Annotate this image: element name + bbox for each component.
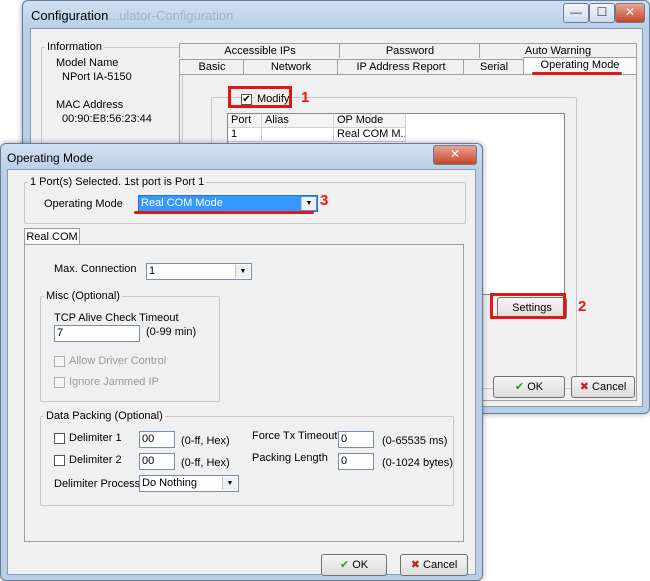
delimiter2-label: Delimiter 2: [69, 454, 122, 466]
tab-password[interactable]: Password: [339, 43, 481, 58]
mac-address-value: 00:90:E8:56:23:44: [62, 113, 152, 125]
tab-real-com[interactable]: Real COM: [24, 228, 80, 245]
tab-network[interactable]: Network: [243, 59, 339, 74]
cancel-label: Cancel: [592, 381, 627, 393]
chevron-down-icon[interactable]: ▼: [222, 477, 237, 490]
close-button[interactable]: ✕: [615, 3, 645, 23]
tcp-alive-hint: (0-99 min): [146, 326, 197, 338]
config-ok-button[interactable]: ✔ OK: [493, 376, 565, 398]
maximize-button[interactable]: ☐: [589, 3, 615, 23]
grid-row-port[interactable]: 1: [228, 128, 262, 142]
delimiter1-hint: (0-ff, Hex): [181, 435, 230, 447]
mac-address-label: MAC Address: [56, 99, 124, 111]
tab-ip-address-report[interactable]: IP Address Report: [337, 59, 465, 74]
operating-mode-dialog: Operating Mode ✕ 1 Port(s) Selected. 1st…: [0, 143, 483, 581]
model-name-label: Model Name: [56, 57, 119, 69]
dialog-cancel-button[interactable]: ✖ Cancel: [400, 554, 468, 576]
information-legend: Information: [45, 41, 105, 53]
dialog-close-button[interactable]: ✕: [433, 145, 477, 165]
tab-basic[interactable]: Basic: [179, 59, 245, 74]
selection-legend: 1 Port(s) Selected. 1st port is Port 1: [28, 176, 207, 188]
force-tx-label: Force Tx Timeout: [252, 430, 338, 442]
annotation-underline-operating-mode-select: [134, 211, 314, 214]
tab-accessible-ips[interactable]: Accessible IPs: [179, 43, 341, 58]
annotation-box-modify: [228, 86, 292, 108]
window-title: Configuration...ulator-Configuration: [31, 8, 234, 23]
delimiter-process-select[interactable]: Do Nothing ▼: [139, 475, 239, 492]
delimiter1-checkbox[interactable]: [54, 433, 65, 444]
force-tx-input[interactable]: 0: [338, 431, 374, 448]
model-name-value: NPort IA-5150: [62, 71, 132, 83]
packing-length-hint: (0-1024 bytes): [382, 457, 453, 469]
minimize-button[interactable]: —: [563, 3, 589, 23]
allow-driver-control-label: Allow Driver Control: [69, 355, 167, 367]
annotation-number-1: 1: [301, 89, 310, 106]
annotation-number-3: 3: [320, 192, 329, 209]
delimiter-process-label: Delimiter Process: [54, 478, 141, 490]
dialog-ok-button[interactable]: ✔ OK: [321, 554, 387, 576]
delimiter1-label: Delimiter 1: [69, 432, 122, 444]
ok-check-icon: ✔: [514, 381, 525, 393]
cancel-x-icon: ✖: [579, 381, 589, 393]
dialog-title: Operating Mode: [7, 151, 94, 165]
grid-header-alias[interactable]: Alias: [262, 114, 334, 128]
allow-driver-control-checkbox[interactable]: [54, 356, 65, 367]
delimiter1-input[interactable]: 00: [139, 431, 175, 448]
config-cancel-button[interactable]: ✖ Cancel: [571, 376, 635, 398]
delimiter2-checkbox[interactable]: [54, 455, 65, 466]
annotation-underline-operating-mode: [532, 72, 622, 75]
ignore-jammed-ip-checkbox[interactable]: [54, 377, 65, 388]
max-connection-select[interactable]: 1 ▼: [146, 263, 252, 280]
max-connection-label: Max. Connection: [54, 263, 137, 275]
force-tx-hint: (0-65535 ms): [382, 435, 448, 447]
tab-auto-warning[interactable]: Auto Warning: [479, 43, 637, 58]
delimiter2-input[interactable]: 00: [139, 453, 175, 470]
grid-row-alias[interactable]: [262, 128, 334, 142]
ok-label: OK: [352, 559, 369, 571]
tab-serial[interactable]: Serial: [463, 59, 525, 74]
chevron-down-icon[interactable]: ▼: [301, 197, 316, 210]
dialog-client-area: 1 Port(s) Selected. 1st port is Port 1 O…: [7, 169, 476, 576]
annotation-number-2: 2: [578, 298, 587, 315]
ok-check-icon: ✔: [339, 559, 350, 571]
data-packing-legend: Data Packing (Optional): [44, 410, 165, 422]
ignore-jammed-ip-label: Ignore Jammed IP: [69, 376, 159, 388]
ok-label: OK: [527, 381, 544, 393]
delimiter2-hint: (0-ff, Hex): [181, 457, 230, 469]
operating-mode-select[interactable]: Real COM Mode ▼: [138, 195, 318, 212]
grid-header-op-mode[interactable]: OP Mode: [334, 114, 406, 128]
chevron-down-icon[interactable]: ▼: [235, 265, 250, 278]
operating-mode-select-value: Real COM Mode: [141, 197, 223, 209]
cancel-x-icon: ✖: [410, 559, 420, 571]
tcp-alive-label: TCP Alive Check Timeout: [54, 312, 179, 324]
annotation-box-settings: [490, 293, 566, 319]
max-connection-value: 1: [149, 265, 156, 277]
grid-row-op-mode[interactable]: Real COM M...: [334, 128, 406, 142]
cancel-label: Cancel: [423, 559, 458, 571]
packing-length-label: Packing Length: [252, 452, 328, 464]
window-title-suffix: ...ulator-Configuration: [108, 8, 234, 23]
misc-legend: Misc (Optional): [44, 290, 122, 302]
grid-header-port[interactable]: Port: [228, 114, 262, 128]
operating-mode-label: Operating Mode: [44, 198, 123, 210]
delimiter-process-value: Do Nothing: [142, 477, 198, 489]
tcp-alive-input[interactable]: 7: [54, 325, 140, 342]
packing-length-input[interactable]: 0: [338, 453, 374, 470]
